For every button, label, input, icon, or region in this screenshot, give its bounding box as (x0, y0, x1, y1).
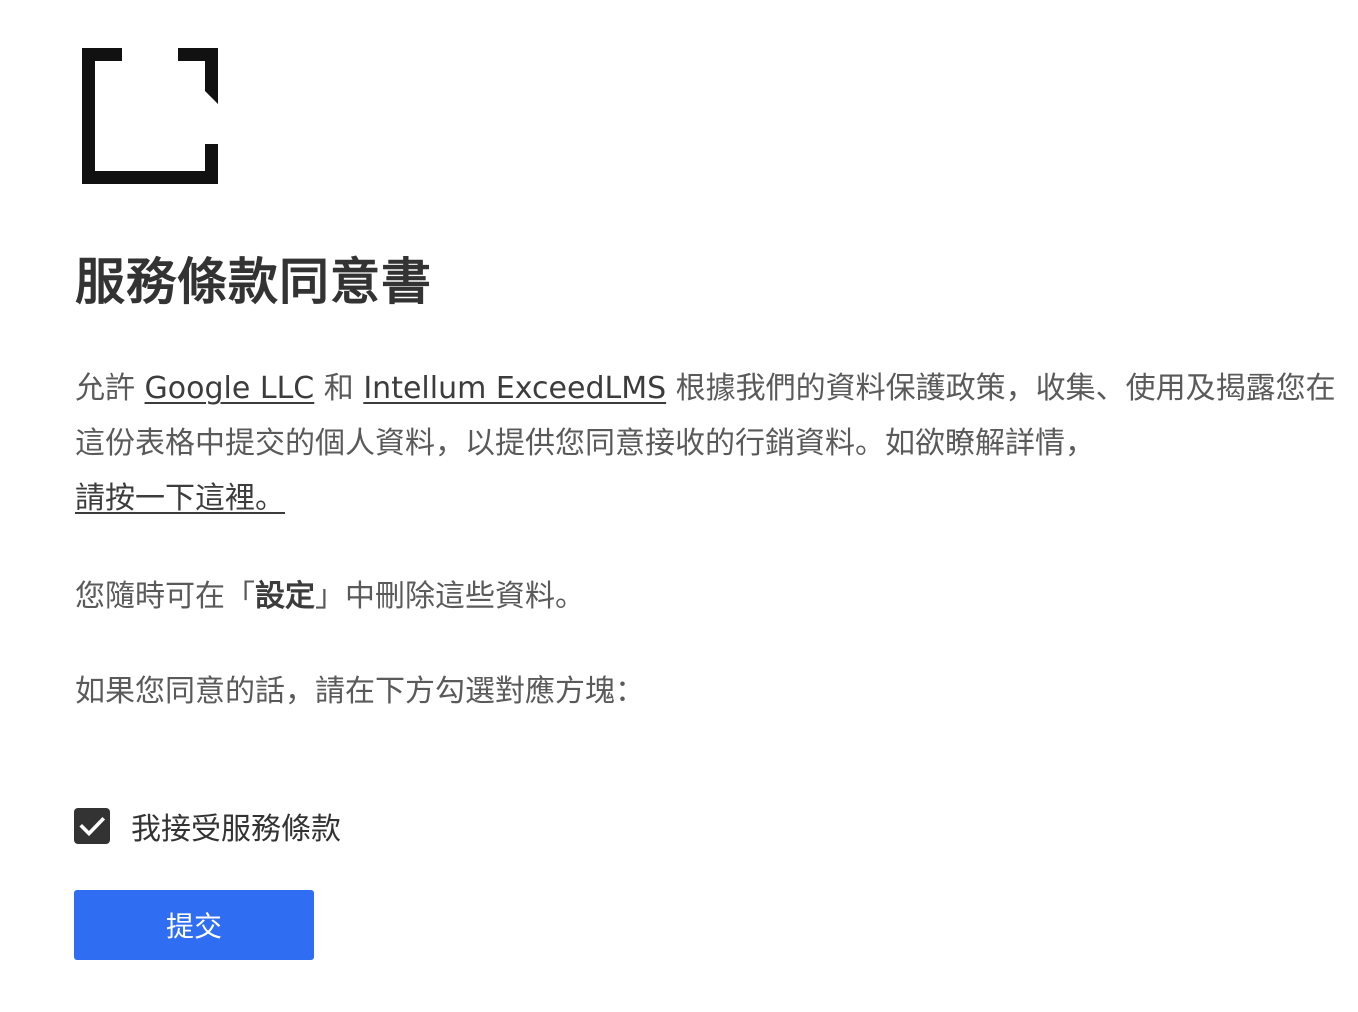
google-llc-link[interactable]: Google LLC (145, 371, 315, 406)
instruction-text: 如果您同意的話，請在下方勾選對應方塊： (75, 674, 645, 709)
accept-terms-row[interactable]: 我接受服務條款 (74, 808, 341, 847)
settings-note-prefix: 您隨時可在「 (75, 579, 255, 614)
checkmark-icon (79, 816, 106, 837)
intellum-exceedlms-link[interactable]: Intellum ExceedLMS (363, 371, 666, 406)
accept-terms-label: 我接受服務條款 (131, 812, 341, 847)
settings-word: 設定 (255, 579, 315, 614)
bracket-frame-logo-icon (82, 48, 218, 184)
consent-description: 允許 Google LLC 和 Intellum ExceedLMS 根據我們的… (75, 361, 1343, 526)
intro-and: 和 (314, 371, 364, 406)
learn-more-link[interactable]: 請按一下這裡。 (75, 481, 285, 516)
submit-button[interactable]: 提交 (74, 890, 314, 960)
settings-note: 您隨時可在「設定」中刪除這些資料。 (75, 569, 1343, 624)
intro-prefix: 允許 (75, 371, 145, 406)
logo (82, 48, 218, 184)
accept-terms-checkbox[interactable] (74, 808, 110, 844)
settings-note-suffix: 」中刪除這些資料。 (315, 579, 585, 614)
page-title: 服務條款同意書 (75, 253, 432, 311)
